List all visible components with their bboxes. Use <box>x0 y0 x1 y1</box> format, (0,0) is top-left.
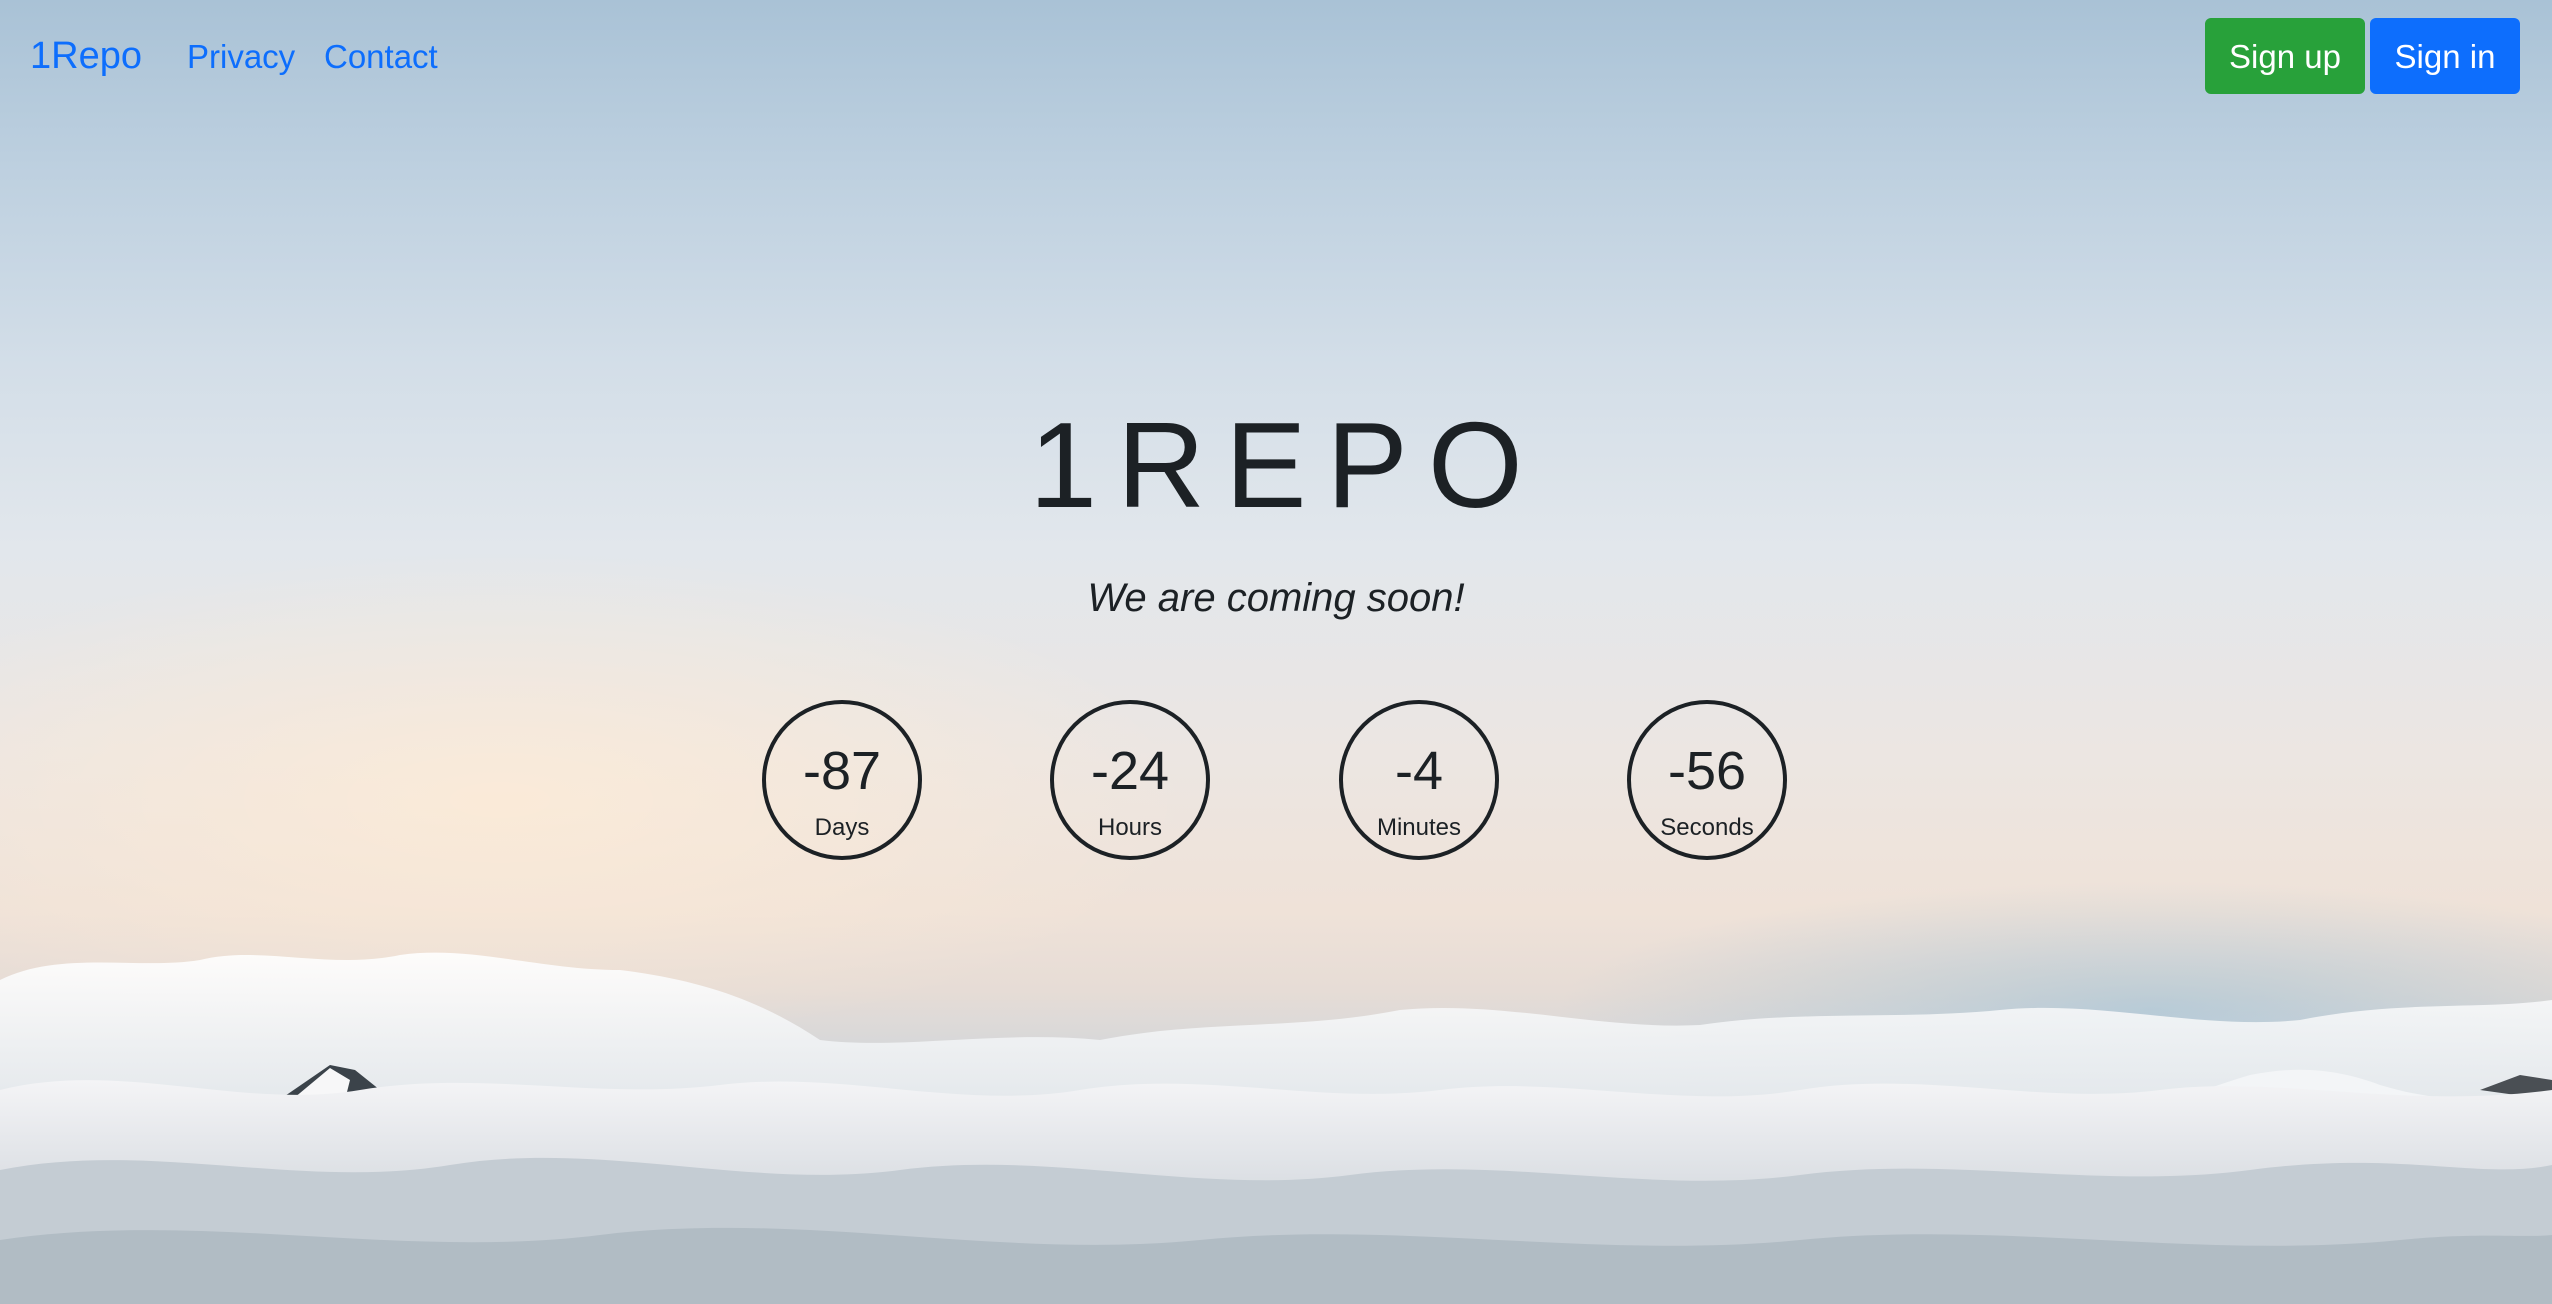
countdown-minutes: -4 Minutes <box>1339 700 1499 860</box>
countdown-days-label: Days <box>814 814 870 841</box>
tagline: We are coming soon! <box>1087 576 1465 620</box>
countdown-days-value: -87 <box>802 741 882 801</box>
page: 1Repo Privacy Contact Sign up Sign in 1R… <box>0 0 2552 1304</box>
sign-up-button[interactable]: Sign up <box>2205 18 2365 94</box>
sign-in-button[interactable]: Sign in <box>2370 18 2520 94</box>
nav-link-privacy[interactable]: Privacy <box>187 34 295 80</box>
countdown-days: -87 Days <box>762 700 922 860</box>
nav-link-contact[interactable]: Contact <box>324 34 438 80</box>
countdown-minutes-label: Minutes <box>1376 814 1462 841</box>
countdown-seconds-label: Seconds <box>1660 814 1754 841</box>
countdown-hours: -24 Hours <box>1050 700 1210 860</box>
navbar: 1Repo Privacy Contact Sign up Sign in <box>0 0 2552 112</box>
countdown-hours-value: -24 <box>1090 741 1170 801</box>
countdown-minutes-value: -4 <box>1394 741 1443 801</box>
cloud-layer-image <box>0 952 2552 1304</box>
countdown-seconds-value: -56 <box>1667 741 1747 801</box>
page-title: 1REPO <box>1029 397 1543 533</box>
countdown-hours-label: Hours <box>1097 814 1163 841</box>
countdown-seconds: -56 Seconds <box>1627 700 1787 860</box>
brand-link[interactable]: 1Repo <box>30 30 142 82</box>
